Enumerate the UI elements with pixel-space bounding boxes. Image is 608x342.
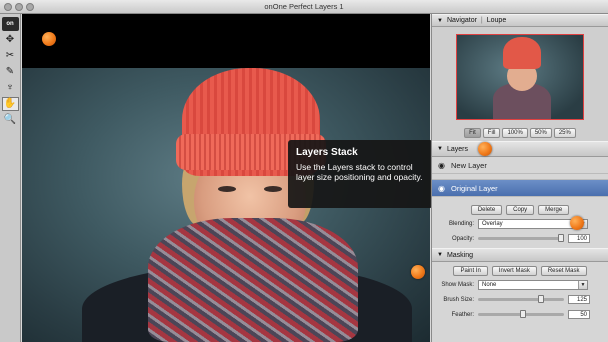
masking-header[interactable]: ▼ Masking (432, 248, 608, 262)
callout-dot-icon[interactable] (42, 32, 56, 46)
opacity-slider-knob[interactable] (558, 234, 564, 242)
tab-navigator[interactable]: Navigator (447, 17, 477, 24)
right-panel: ▼ Navigator | Loupe Fit Fill 100% 50% 25… (431, 14, 608, 342)
zoom-50-button[interactable]: 50% (529, 128, 552, 138)
chevron-down-icon: ▼ (578, 280, 587, 289)
layer-buttons: Delete Copy Merge (432, 201, 608, 216)
navigator-thumbnail[interactable] (456, 34, 584, 120)
minimize-window-button[interactable] (15, 3, 23, 11)
zoom-buttons: Fit Fill 100% 50% 25% (432, 127, 608, 141)
paint-in-button[interactable]: Paint In (453, 265, 488, 276)
show-mask-value: None (482, 281, 497, 288)
feather-label: Feather: (451, 311, 474, 318)
layers-header[interactable]: ▼ Layers (432, 141, 608, 157)
zoom-tool-icon[interactable]: 🔍 (2, 113, 19, 127)
window-controls (4, 3, 34, 11)
tooltip-title: Layers Stack (296, 147, 358, 158)
layer-label: New Layer (450, 160, 487, 170)
layers-title: Layers (446, 145, 468, 153)
feather-row: Feather: 50 (432, 307, 608, 322)
disclosure-triangle-icon[interactable]: ▼ (437, 146, 443, 152)
window-title: onOne Perfect Layers 1 (264, 2, 344, 11)
blending-value: Overlay (482, 220, 503, 227)
opacity-field[interactable]: 100 (568, 234, 590, 243)
brush-size-slider-knob[interactable] (538, 295, 544, 303)
brush-size-label: Brush Size: (443, 296, 474, 303)
hand-tool-icon[interactable]: ✋ (1, 97, 19, 111)
show-mask-row: Show Mask: None ▼ (432, 277, 608, 292)
disclosure-triangle-icon[interactable]: ▼ (437, 18, 443, 24)
tools-toolbar: on ✥ ✂ ✎ ♆ ✋ 🔍 (0, 14, 21, 342)
onone-logo-icon: on (1, 17, 19, 31)
navigator-preview-area (432, 27, 608, 127)
invert-mask-button[interactable]: Invert Mask (491, 265, 537, 276)
blending-label: Blending: (448, 220, 474, 227)
layer-original[interactable]: ◉ Original Layer (432, 180, 608, 197)
brush-tool-icon[interactable]: ✎ (2, 65, 19, 79)
feather-field[interactable]: 50 (568, 310, 590, 319)
move-tool-icon[interactable]: ✥ (2, 33, 19, 47)
brush-size-row: Brush Size: 125 (432, 292, 608, 307)
callout-dot-icon[interactable] (570, 216, 584, 230)
masking-title: Masking (446, 251, 474, 259)
show-mask-label: Show Mask: (441, 281, 474, 288)
visibility-eye-icon[interactable]: ◉ (438, 184, 445, 193)
layers-stack-tooltip: Layers Stack Use the Layers stack to con… (288, 140, 441, 208)
layer-new[interactable]: ◉ New Layer (432, 157, 608, 174)
feather-slider-knob[interactable] (520, 310, 526, 318)
opacity-row: Opacity: 100 (432, 231, 608, 246)
window-titlebar: onOne Perfect Layers 1 (0, 0, 608, 14)
opacity-label: Opacity: (451, 235, 474, 242)
zoom-fit-button[interactable]: Fit (464, 128, 481, 138)
mask-buttons: Paint In Invert Mask Reset Mask (432, 262, 608, 277)
tab-loupe[interactable]: Loupe (487, 17, 506, 24)
brush-size-field[interactable]: 125 (568, 295, 590, 304)
callout-dot-icon[interactable] (411, 265, 425, 279)
layer-label: Original Layer (450, 183, 498, 193)
blending-row: Blending: Overlay ▼ (432, 216, 608, 231)
navigator-header[interactable]: ▼ Navigator | Loupe (432, 14, 608, 27)
opacity-slider[interactable] (478, 234, 564, 242)
tooltip-body: Use the Layers stack to control layer si… (296, 162, 423, 182)
photo-eye-right (264, 186, 282, 192)
disclosure-triangle-icon[interactable]: ▼ (437, 252, 443, 258)
delete-layer-button[interactable]: Delete (470, 204, 503, 215)
zoom-100-button[interactable]: 100% (502, 128, 528, 138)
photo-scarf (148, 218, 358, 342)
thumb-hat (503, 37, 541, 69)
retouch-tool-icon[interactable]: ♆ (2, 81, 19, 95)
reset-mask-button[interactable]: Reset Mask (540, 265, 587, 276)
tab-separator: | (480, 17, 483, 24)
zoom-window-button[interactable] (26, 3, 34, 11)
brush-size-slider[interactable] (478, 295, 564, 303)
photo-eye-left (218, 186, 236, 192)
show-mask-select[interactable]: None ▼ (478, 279, 588, 290)
merge-layer-button[interactable]: Merge (538, 204, 570, 215)
close-window-button[interactable] (4, 3, 12, 11)
callout-dot-icon[interactable] (478, 142, 492, 156)
zoom-25-button[interactable]: 25% (553, 128, 576, 138)
copy-layer-button[interactable]: Copy (506, 204, 535, 215)
visibility-eye-icon[interactable]: ◉ (438, 161, 445, 170)
feather-slider[interactable] (478, 310, 564, 318)
zoom-fill-button[interactable]: Fill (482, 128, 501, 138)
crop-tool-icon[interactable]: ✂ (2, 49, 19, 63)
